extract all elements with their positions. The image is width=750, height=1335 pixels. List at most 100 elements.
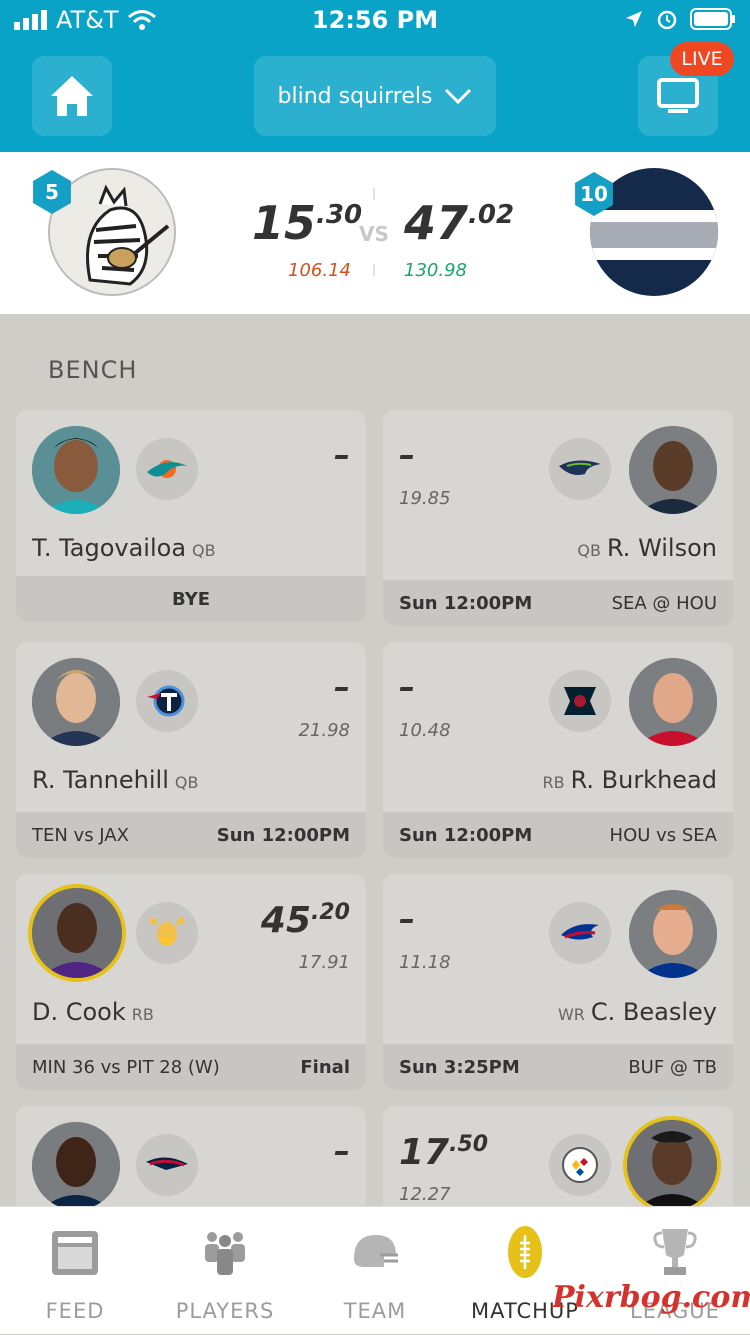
player-headshot [32,658,120,746]
player-name-row: RB R. Burkhead [536,766,717,794]
team-logo-seahawks [549,438,611,500]
player-card-partial-right[interactable]: 17.50 12.27 [383,1106,733,1206]
team-logo-bills [549,902,611,964]
league-name: blind squirrels [277,83,433,109]
seahawks-logo-icon [559,460,601,475]
player-position: QB [192,541,216,560]
game-info: BYE [16,576,366,622]
player-photo [629,658,717,746]
alarm-icon [657,10,677,30]
player-position: WR [557,1005,585,1024]
steelers-logo-icon [562,1147,598,1183]
game-info: Sun 12:00PM SEA @ HOU [383,580,733,626]
tab-league[interactable]: LEAGUE [600,1207,750,1335]
player-points: – [334,1132,350,1170]
player-name: C. Beasley [590,998,717,1026]
player-projection: 21.98 [298,720,350,741]
player-projection: 10.48 [399,720,451,741]
game-time: Sun 3:25PM [399,1056,520,1078]
game-info: Sun 3:25PM BUF @ TB [383,1044,733,1090]
player-name-row: R. Tannehill QB [32,766,204,794]
dolphin-logo-icon [147,460,187,478]
score-left: 15.30 [252,196,362,250]
titans-logo-icon [147,685,185,717]
player-card-tannehill[interactable]: – 21.98 R. Tannehill QB TEN vs JAX Sun 12:… [16,642,366,858]
live-badge[interactable]: LIVE [670,42,734,76]
tab-label: TEAM [343,1299,407,1323]
game-info: MIN 36 vs PIT 28 (W) Final [16,1044,366,1090]
home-icon [51,76,93,116]
helmet-icon [354,1235,398,1267]
points-whole: 17 [399,1132,450,1173]
team-logo-dolphins [136,438,198,500]
location-icon [626,11,642,27]
divider-bottom [373,264,375,276]
watermark-text: Pixrbog.com [552,1280,750,1315]
game-matchup: BUF @ TB [628,1056,717,1078]
vikings-logo-icon [149,917,185,946]
player-headshot [629,890,717,978]
player-photo [623,1116,721,1206]
team-logo-steelers [549,1134,611,1196]
league-selector[interactable]: blind squirrels [254,56,496,136]
player-name: R. Wilson [606,534,717,562]
team-logo-texans [549,670,611,732]
player-headshot [32,426,120,514]
player-photo [32,426,120,514]
trophy-icon [653,1229,697,1275]
game-matchup: HOU vs SEA [609,824,717,846]
tab-team[interactable]: TEAM [300,1207,450,1335]
player-name-row: T. Tagovailoa QB [32,534,222,562]
player-photo [28,884,126,982]
player-name-row: D. Cook RB [32,998,160,1026]
team-logo-patriots [136,1134,198,1196]
player-card-partial-left[interactable]: – [16,1106,366,1206]
tv-icon [657,78,699,113]
projected-left: 106.14 [288,260,351,281]
player-photo [629,890,717,978]
feed-icon [52,1231,98,1275]
tab-players[interactable]: PLAYERS [150,1207,300,1335]
player-name: R. Burkhead [570,766,717,794]
player-points: 17.50 [399,1132,488,1173]
top-bar: blind squirrels [0,40,750,152]
player-points: 45.20 [261,900,350,941]
home-button[interactable] [32,56,112,136]
player-name-row: WR C. Beasley [552,998,717,1026]
divider-top [373,188,375,200]
player-card-tagovailoa[interactable]: – T. Tagovailoa QB BYE [16,410,366,622]
player-name: T. Tagovailoa [32,534,187,562]
player-projection: 17.91 [298,952,350,973]
team-logo-titans [136,670,198,732]
players-icon [205,1232,245,1275]
tab-feed[interactable]: FEED [0,1207,150,1335]
bench-section: BENCH – T. Tagovailoa QB BYE – 19.85 QB R.… [0,316,750,1206]
player-name: R. Tannehill [32,766,169,794]
bye-label: BYE [171,588,211,610]
player-photo [32,1122,120,1206]
player-card-cook[interactable]: 45.20 17.91 D. Cook RB MIN 36 vs PIT 28 (… [16,874,366,1090]
player-headshot [627,1120,717,1206]
projected-right: 130.98 [404,260,467,281]
player-position: RB [542,773,565,792]
game-info: TEN vs JAX Sun 12:00PM [16,812,366,858]
game-matchup: SEA @ HOU [611,592,717,614]
game-matchup: TEN vs JAX [32,824,129,846]
bills-logo-icon [561,924,599,940]
player-headshot [32,888,122,978]
player-points: – [399,668,415,706]
tab-matchup[interactable]: MATCHUP [450,1207,600,1335]
player-position: RB [131,1005,154,1024]
player-card-burkhead[interactable]: – 10.48 RB R. Burkhead Sun 12:00PM HOU vs … [383,642,733,858]
team-logo-vikings [136,902,198,964]
player-photo [629,426,717,514]
player-card-wilson[interactable]: – 19.85 QB R. Wilson Sun 12:00PM SEA @ HOU [383,410,733,626]
player-card-beasley[interactable]: – 11.18 WR C. Beasley Sun 3:25PM BUF @ TB [383,874,733,1090]
score-right: 47.02 [404,196,514,250]
points-frac: .20 [311,900,350,925]
player-points: – [399,436,415,474]
score-right-whole: 47 [404,196,469,250]
points-whole: 45 [260,900,312,941]
tab-label: PLAYERS [175,1299,275,1323]
bench-title: BENCH [48,356,138,384]
